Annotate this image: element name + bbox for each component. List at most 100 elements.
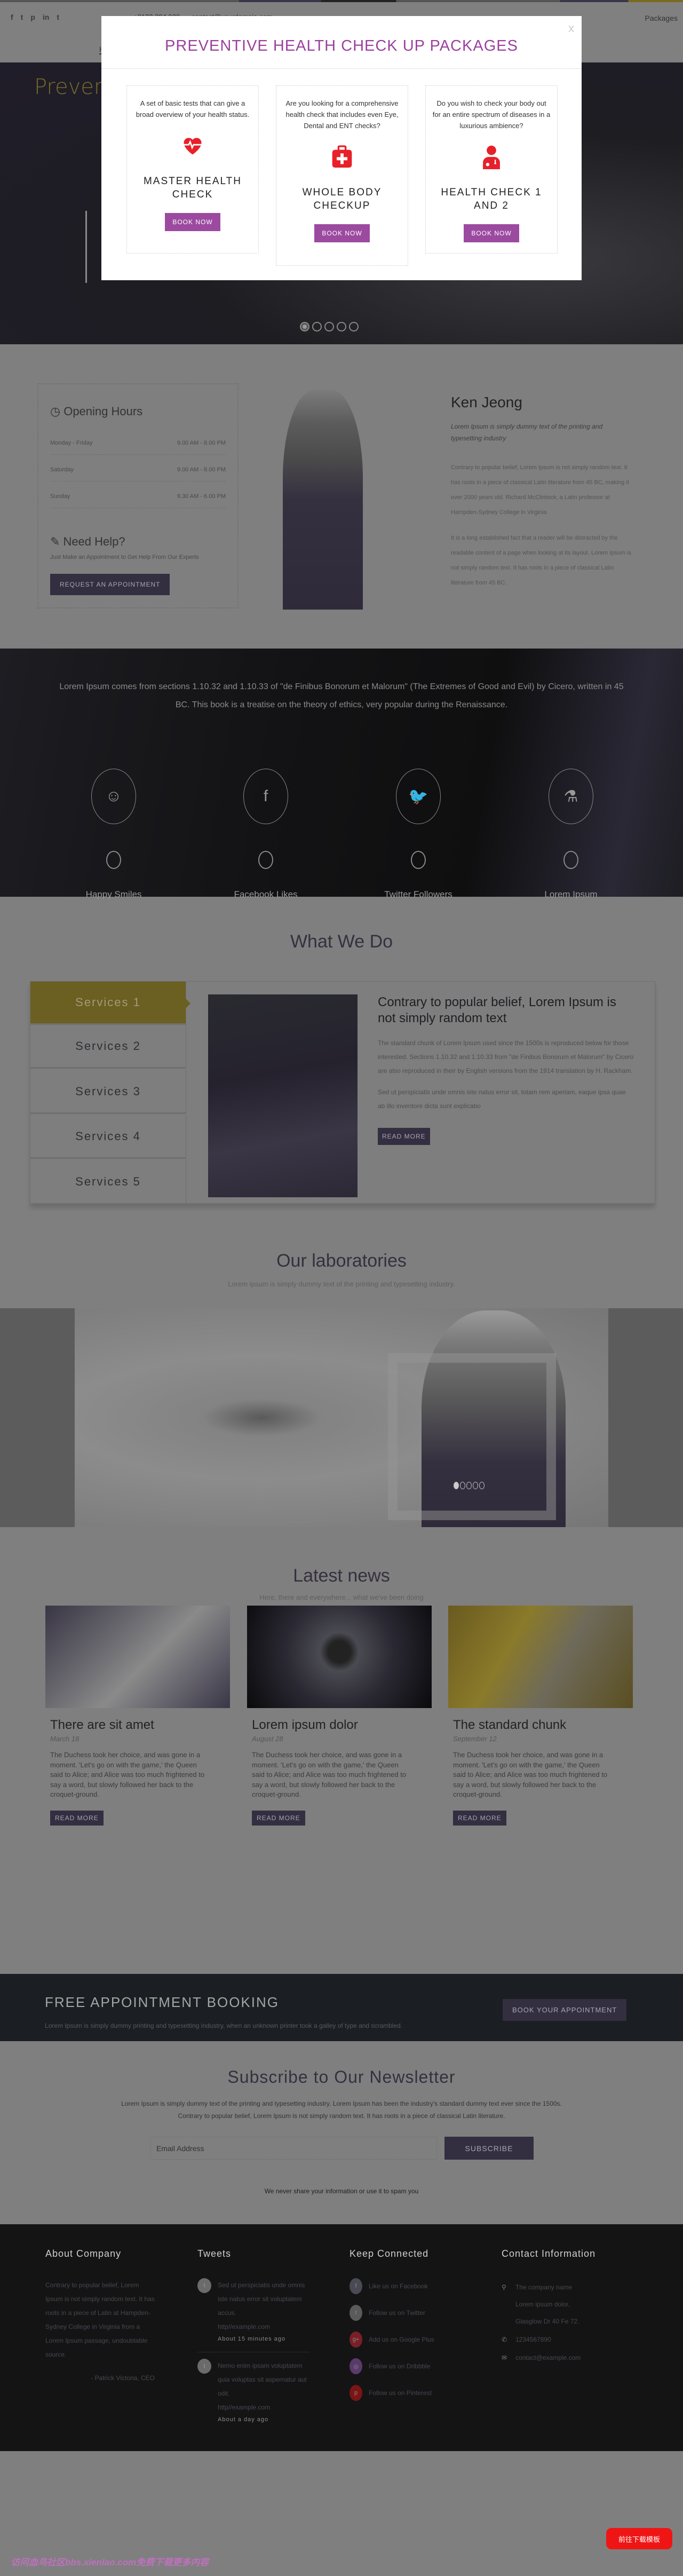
social-link-facebook[interactable]: f Like us on Facebook bbox=[350, 2278, 434, 2294]
news-image[interactable] bbox=[448, 1606, 633, 1708]
slide-dot[interactable] bbox=[454, 1482, 459, 1489]
linkedin-icon[interactable]: in bbox=[43, 13, 49, 21]
tab-services-2[interactable]: Services 2 bbox=[30, 1025, 186, 1069]
services-tabs: Services 1 Services 2 Services 3 Service… bbox=[30, 981, 655, 1204]
facebook-icon[interactable]: f bbox=[11, 13, 13, 21]
news-body: The Duchess took her choice, and was gon… bbox=[453, 1751, 608, 1798]
tweet-link[interactable]: http//example.com bbox=[218, 2400, 309, 2414]
lab-frame bbox=[388, 1353, 556, 1520]
social-link-google-plus[interactable]: g+ Add us on Google Plus bbox=[350, 2332, 434, 2348]
hours-row: Sunday 9.30 AM - 6.00 PM bbox=[50, 493, 226, 508]
stat-item: ☺ Happy Smiles bbox=[71, 769, 156, 900]
tumblr-icon[interactable]: t bbox=[57, 13, 59, 21]
packages-link[interactable]: Packages bbox=[645, 14, 678, 22]
footer-connect: Keep Connected f Like us on Facebook t Fol… bbox=[350, 2248, 434, 2412]
tweet-time: About 15 minutes ago bbox=[218, 2336, 286, 2342]
subscribe-button[interactable]: SUBSCRIBE bbox=[444, 2137, 534, 2160]
read-more-button[interactable]: READ MORE bbox=[252, 1810, 305, 1826]
twitter-icon: t bbox=[350, 2305, 362, 2321]
newsletter-title: Subscribe to Our Newsletter bbox=[227, 2067, 456, 2087]
book-appointment-button[interactable]: BOOK YOUR APPOINTMENT bbox=[503, 1999, 627, 2021]
contact-email[interactable]: contact@example.com bbox=[515, 2352, 581, 2363]
tweet-text: Sed ut perspiciatis unde omnis iste natu… bbox=[218, 2281, 305, 2317]
slide-dot[interactable] bbox=[479, 1482, 485, 1489]
stats-section: Lorem Ipsum comes from sections 1.10.32 … bbox=[0, 649, 683, 900]
slide-dot[interactable] bbox=[324, 322, 334, 331]
download-template-button[interactable]: 前往下载模板 bbox=[606, 2528, 672, 2549]
tweet-time: About a day ago bbox=[218, 2416, 269, 2423]
slide-dot[interactable] bbox=[460, 1482, 465, 1489]
read-more-button[interactable]: READ MORE bbox=[378, 1128, 430, 1145]
stats-quote: Lorem Ipsum comes from sections 1.10.32 … bbox=[59, 682, 624, 709]
slide-dot[interactable] bbox=[300, 322, 309, 331]
close-icon[interactable]: x bbox=[568, 21, 574, 35]
day: Saturday bbox=[50, 467, 74, 473]
footer-heading: Contact Information bbox=[502, 2248, 596, 2259]
service-image bbox=[208, 994, 358, 1197]
stat-item: 🐦 Twitter Followers bbox=[376, 769, 461, 900]
twitter-icon[interactable]: t bbox=[21, 13, 23, 21]
email-input[interactable] bbox=[150, 2137, 437, 2160]
stat-label: Happy Smiles bbox=[85, 889, 142, 899]
appointment-title: FREE APPOINTMENT BOOKING bbox=[45, 1994, 280, 2010]
slide-dot[interactable] bbox=[312, 322, 322, 331]
tweet-link[interactable]: http//example.com bbox=[218, 2320, 309, 2334]
news-heading[interactable]: Lorem ipsum dolor bbox=[252, 1718, 437, 1733]
social-link-pinterest[interactable]: p Follow us on Pinterest bbox=[350, 2385, 434, 2401]
service-paragraph: The standard chunk of Lorem Ipsum used s… bbox=[378, 1039, 634, 1074]
footer-heading: Tweets bbox=[197, 2248, 232, 2259]
divider bbox=[101, 68, 582, 69]
news-image[interactable] bbox=[247, 1606, 432, 1708]
labs-subtitle: Lorem ipsum is simply dummy text of the … bbox=[228, 1280, 455, 1288]
package-description: Are you looking for a comprehensive heal… bbox=[285, 99, 399, 130]
about-text: Contrary to popular belief, Lorem Ipsum … bbox=[45, 2281, 155, 2358]
news-heading[interactable]: The standard chunk bbox=[453, 1718, 638, 1733]
labs-slider bbox=[0, 1308, 683, 1527]
tab-services-1[interactable]: Services 1 bbox=[30, 982, 190, 1025]
opening-hours-box: ◷ Opening Hours Monday - Friday 9.00 AM - … bbox=[37, 383, 239, 609]
tab-services-5[interactable]: Services 5 bbox=[30, 1160, 186, 1204]
news-title: Latest news bbox=[293, 1566, 390, 1586]
news-body: The Duchess took her choice, and was gon… bbox=[50, 1751, 205, 1798]
social-link-dribbble[interactable]: ◎ Follow us on Dribbble bbox=[350, 2358, 434, 2374]
footer-heading: About Company bbox=[45, 2248, 122, 2259]
help-text: Just Make an Appointment to Get Help Fro… bbox=[50, 554, 199, 560]
package-name: MASTER HEALTH CHECK bbox=[143, 176, 242, 200]
package-name: WHOLE BODY CHECKUP bbox=[302, 187, 382, 211]
news-body: The Duchess took her choice, and was gon… bbox=[252, 1751, 407, 1798]
slide-dot[interactable] bbox=[466, 1482, 472, 1489]
hours-row: Saturday 9.00 AM - 8.00 PM bbox=[50, 467, 226, 481]
social-link-twitter[interactable]: t Follow us on Twitter bbox=[350, 2305, 434, 2321]
slide-dot[interactable] bbox=[473, 1482, 478, 1489]
news-image[interactable] bbox=[45, 1606, 230, 1708]
day: Sunday bbox=[50, 493, 70, 500]
phone-icon: ✆ bbox=[502, 2336, 507, 2343]
twitter-icon: 🐦 bbox=[396, 769, 441, 824]
book-now-button[interactable]: BOOK NOW bbox=[165, 213, 220, 231]
tab-services-4[interactable]: Services 4 bbox=[30, 1115, 186, 1159]
news-date: March 18 bbox=[50, 1735, 80, 1743]
book-now-button[interactable]: BOOK NOW bbox=[464, 224, 519, 242]
pinterest-icon[interactable]: p bbox=[30, 13, 35, 21]
social-label: Like us on Facebook bbox=[369, 2282, 428, 2290]
read-more-button[interactable]: READ MORE bbox=[50, 1810, 104, 1826]
footer: About Company Contrary to popular belief… bbox=[0, 2224, 683, 2451]
news-date: August 28 bbox=[252, 1735, 283, 1743]
social-label: Follow us on Twitter bbox=[369, 2309, 425, 2317]
heartbeat-icon bbox=[133, 130, 252, 162]
slide-dot[interactable] bbox=[349, 322, 359, 331]
tab-services-3[interactable]: Services 3 bbox=[30, 1070, 186, 1114]
read-more-button[interactable]: READ MORE bbox=[453, 1810, 506, 1826]
package-card: Do you wish to check your body out for a… bbox=[425, 85, 558, 254]
edit-icon: ✎ bbox=[50, 535, 60, 548]
footer-contact: Contact Information ⚲ The company name Lor… bbox=[502, 2248, 595, 2370]
hero-slide-bar bbox=[85, 211, 87, 283]
book-now-button[interactable]: BOOK NOW bbox=[314, 224, 370, 242]
tweet-text: Nemo enim ipsam voluptatem quia voluptas… bbox=[218, 2362, 307, 2397]
slide-dot[interactable] bbox=[337, 322, 346, 331]
footer-about: About Company Contrary to popular belief… bbox=[45, 2248, 155, 2385]
stat-label: Facebook Likes bbox=[234, 889, 298, 899]
news-heading[interactable]: There are sit amet bbox=[50, 1718, 235, 1733]
request-appointment-button[interactable]: REQUEST AN APPOINTMENT bbox=[50, 574, 170, 595]
doctor-paragraph: It is a long established fact that a rea… bbox=[451, 535, 632, 586]
